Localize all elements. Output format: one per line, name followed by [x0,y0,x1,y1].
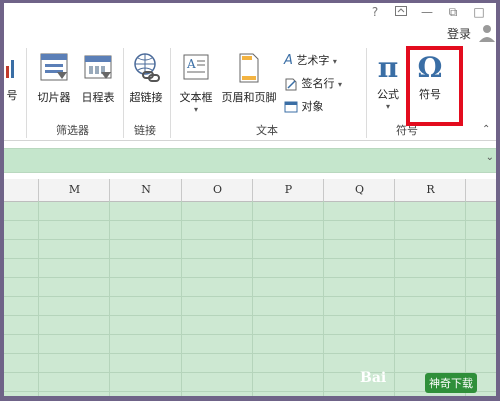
signature-label: 签名行 [301,77,335,90]
hyperlink-button[interactable]: 超链接 [126,52,166,105]
grid-line-vertical [109,201,110,396]
watermark-site: 神奇下载 [425,373,477,393]
grid-line-horizontal [4,258,496,259]
timeline-icon [84,55,112,79]
grid-line-vertical [323,201,324,396]
ribbon-separator [170,48,171,138]
column-header-N[interactable]: N [109,179,182,201]
red-highlight-box [406,46,463,126]
slicer-label: 切片器 [37,91,71,104]
grid-line-vertical [465,201,466,396]
worksheet-grid[interactable]: M N O P Q R [4,179,496,396]
column-header-R[interactable]: R [394,179,466,201]
group-label-links: 链接 [134,124,156,137]
grid-line-horizontal [4,372,496,373]
column-header-O[interactable]: O [181,179,253,201]
group-label-filter: 筛选器 [56,124,89,137]
wordart-label: 艺术字 [296,54,330,67]
grid-line-horizontal [4,239,496,240]
restore-button[interactable]: ⧉ [442,3,464,21]
timeline-button[interactable]: 日程表 [76,52,120,105]
slicer-icon [40,53,68,81]
column-header-M[interactable]: M [38,179,110,201]
wordart-button[interactable]: A 艺术字 ▾ [284,52,337,68]
close-button[interactable]: □ [468,3,490,21]
title-bar: ? — ⧉ □ [4,3,496,23]
grid-line-horizontal [4,296,496,297]
timeline-label: 日程表 [81,91,115,104]
ribbon-display-icon [395,6,407,16]
object-icon [284,101,298,113]
grid-line-vertical [181,201,182,396]
ribbon-separator [366,48,367,138]
header-footer-label: 页眉和页脚 [221,91,277,104]
excel-window: ? — ⧉ □ 登录 号 切片器 日程表 筛选器 超链接 链接 A 文本框 ▾ … [0,0,500,401]
column-header-P[interactable]: P [252,179,324,201]
ribbon-display-button[interactable] [390,3,412,21]
collapse-icon: ⌃ [482,124,491,135]
svg-text:A: A [186,57,196,71]
window-border-bottom [0,396,500,401]
textbox-icon: A [183,54,209,80]
signature-icon [285,78,297,91]
sparkline-icon [6,60,14,78]
collapse-ribbon-button[interactable]: ⌃ [482,124,490,135]
grid-line-vertical [252,201,253,396]
pi-icon: π [377,51,399,84]
ribbon-separator [26,48,27,138]
hyperlink-label: 超链接 [129,91,163,104]
object-label: 对象 [301,100,324,113]
header-footer-icon [239,53,259,83]
formula-bar[interactable]: ⌄ [4,148,496,173]
hyperlink-icon [134,53,160,82]
header-footer-button[interactable]: 页眉和页脚 [218,52,280,105]
textbox-dropdown-icon[interactable]: ▾ [174,105,218,114]
textbox-button[interactable]: A 文本框 ▾ [174,52,218,114]
grid-line-vertical [38,201,39,396]
signature-dropdown-icon: ▾ [338,80,343,89]
grid-line-horizontal [4,334,496,335]
slicer-button[interactable]: 切片器 [32,52,76,105]
signature-line-button[interactable]: 签名行 ▾ [284,75,342,91]
help-button[interactable]: ? [364,3,386,21]
column-header-Q[interactable]: Q [323,179,395,201]
window-border-right [496,0,500,401]
grid-line-horizontal [4,220,496,221]
equation-dropdown-icon[interactable]: ▾ [370,102,406,111]
watermark-text: Bai [360,370,387,386]
equation-button[interactable]: π 公式 ▾ [370,51,406,112]
column-header-partial[interactable] [465,179,496,201]
column-headers: M N O P Q R [4,179,496,202]
wordart-icon: A [284,53,293,68]
grid-line-horizontal [4,277,496,278]
textbox-label: 文本框 [179,91,213,104]
sparkline-label: 号 [6,89,18,102]
expand-formula-bar-icon[interactable]: ⌄ [486,152,494,163]
minimize-button[interactable]: — [416,3,438,21]
wordart-dropdown-icon: ▾ [332,57,337,66]
ribbon-separator [123,48,124,138]
object-button[interactable]: 对象 [284,98,324,114]
grid-line-horizontal [4,391,496,392]
equation-label: 公式 [377,88,399,101]
sparkline-button[interactable]: 号 [4,56,20,103]
user-icon[interactable] [478,23,496,43]
group-label-text: 文本 [256,124,278,137]
login-link[interactable]: 登录 [447,25,471,42]
grid-line-horizontal [4,353,496,354]
grid-line-horizontal [4,315,496,316]
grid-line-vertical [394,201,395,396]
